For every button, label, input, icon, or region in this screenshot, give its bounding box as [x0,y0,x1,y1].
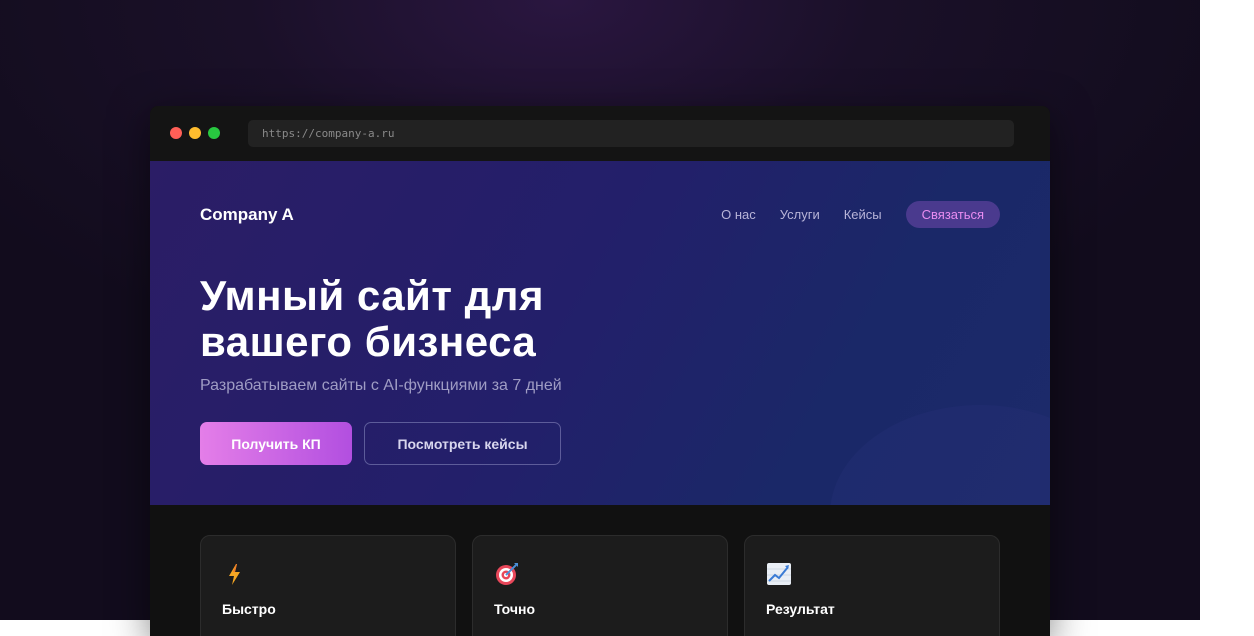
feature-card-precise[interactable]: Точно [472,535,728,636]
headline-line-1: Умный сайт для [200,272,544,319]
main-nav: О нас Услуги Кейсы Связаться [721,201,1000,228]
hero-headline: Умный сайт для вашего бизнеса [200,273,720,365]
feature-title: Результат [766,601,835,617]
headline-line-2: вашего бизнеса [200,318,537,365]
chart-up-icon [767,563,791,585]
close-window-dot[interactable] [170,127,182,139]
nav-link-about[interactable]: О нас [721,207,756,222]
hero-subtitle: Разрабатываем сайты с AI-функциями за 7 … [200,377,562,394]
address-bar[interactable]: https://company-a.ru [248,120,1014,147]
browser-toolbar: https://company-a.ru [150,106,1050,161]
site-logo[interactable]: Company A [200,205,294,225]
view-cases-button[interactable]: Посмотреть кейсы [364,422,561,465]
hero-decoration [830,405,1050,505]
feature-title: Быстро [222,601,276,617]
nav-link-cases[interactable]: Кейсы [844,207,882,222]
hero-section: Company A О нас Услуги Кейсы Связаться У… [150,161,1050,505]
get-quote-button[interactable]: Получить КП [200,422,352,465]
minimize-window-dot[interactable] [189,127,201,139]
nav-link-services[interactable]: Услуги [780,207,820,222]
target-icon [496,563,518,585]
feature-card-fast[interactable]: Быстро [200,535,456,636]
contact-button[interactable]: Связаться [905,201,1000,228]
browser-window: https://company-a.ru Company A О нас Усл… [150,106,1050,636]
maximize-window-dot[interactable] [208,127,220,139]
feature-card-result[interactable]: Результат [744,535,1000,636]
lightning-icon [229,564,240,585]
features-section: Быстро Точно Результат [150,505,1050,636]
feature-title: Точно [494,601,536,617]
